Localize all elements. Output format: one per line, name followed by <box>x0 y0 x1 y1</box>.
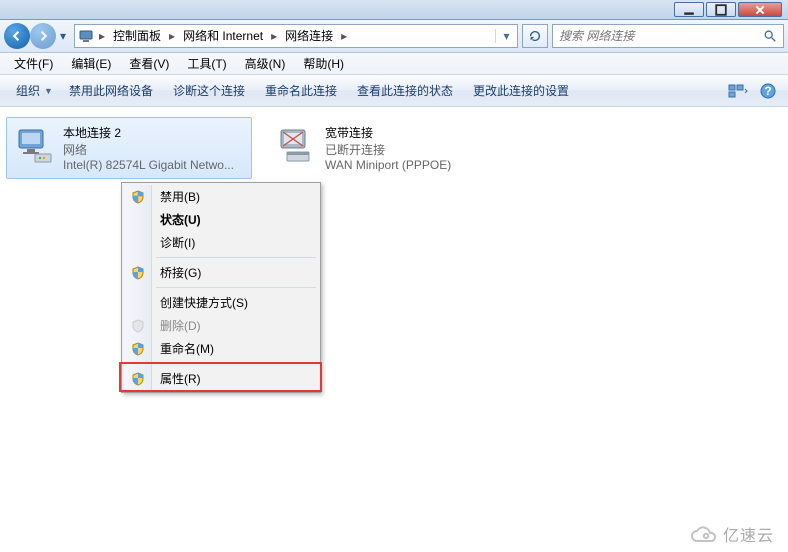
shield-icon <box>129 188 147 206</box>
computer-icon <box>75 28 97 44</box>
context-menu: 禁用(B) 状态(U) 诊断(I) 桥接(G) 创建快捷方式(S) 删除(D) … <box>121 182 321 393</box>
ctx-delete: 删除(D) <box>124 314 318 337</box>
menu-edit[interactable]: 编辑(E) <box>63 53 119 74</box>
content-area: 本地连接 2 网络 Intel(R) 82574L Gigabit Netwo.… <box>0 107 788 189</box>
search-input[interactable] <box>553 29 757 43</box>
maximize-button[interactable] <box>706 2 736 17</box>
command-bar: 组织 ▼ 禁用此网络设备 诊断这个连接 重命名此连接 查看此连接的状态 更改此连… <box>0 75 788 107</box>
svg-text:?: ? <box>764 84 771 98</box>
window-titlebar <box>0 0 788 20</box>
menu-help[interactable]: 帮助(H) <box>295 53 352 74</box>
ctx-disable[interactable]: 禁用(B) <box>124 185 318 208</box>
breadcrumb-item[interactable]: 控制面板 <box>107 25 167 47</box>
chevron-right-icon[interactable]: ▸ <box>269 29 279 43</box>
chevron-right-icon[interactable]: ▸ <box>167 29 177 43</box>
ctx-bridge[interactable]: 桥接(G) <box>124 261 318 284</box>
back-button[interactable] <box>4 23 30 49</box>
ctx-shortcut[interactable]: 创建快捷方式(S) <box>124 291 318 314</box>
address-dropdown-button[interactable]: ▾ <box>495 29 517 43</box>
view-options-button[interactable] <box>724 79 752 103</box>
shield-icon <box>129 264 147 282</box>
close-button[interactable] <box>738 2 782 17</box>
ctx-label: 创建快捷方式(S) <box>124 294 248 311</box>
connection-device: WAN Miniport (PPPOE) <box>325 158 507 172</box>
menu-bar: 文件(F) 编辑(E) 查看(V) 工具(T) 高级(N) 帮助(H) <box>0 53 788 75</box>
cmd-status[interactable]: 查看此连接的状态 <box>347 78 463 103</box>
breadcrumb-item[interactable]: 网络连接 <box>279 25 339 47</box>
help-button[interactable]: ? <box>754 79 782 103</box>
context-separator <box>156 257 316 258</box>
menu-tools[interactable]: 工具(T) <box>179 53 234 74</box>
ctx-diagnose[interactable]: 诊断(I) <box>124 231 318 254</box>
chevron-right-icon[interactable]: ▸ <box>339 29 349 43</box>
context-separator <box>156 287 316 288</box>
search-box[interactable] <box>552 24 784 48</box>
ctx-label: 状态(U) <box>124 211 201 228</box>
connection-broadband[interactable]: 宽带连接 已断开连接 WAN Miniport (PPPOE) <box>268 117 514 179</box>
connection-name: 本地连接 2 <box>63 124 245 141</box>
shield-icon <box>129 370 147 388</box>
connection-status: 网络 <box>63 141 245 158</box>
chevron-right-icon[interactable]: ▸ <box>97 29 107 43</box>
watermark-text: 亿速云 <box>723 522 774 546</box>
search-icon[interactable] <box>757 29 783 43</box>
cmd-rename[interactable]: 重命名此连接 <box>255 78 347 103</box>
nav-history-dropdown[interactable]: ▾ <box>56 25 70 47</box>
modem-icon <box>275 124 317 166</box>
organize-button[interactable]: 组织 ▼ <box>6 78 59 103</box>
cmd-settings[interactable]: 更改此连接的设置 <box>463 78 579 103</box>
ethernet-icon <box>13 124 55 166</box>
ctx-label: 诊断(I) <box>124 234 195 251</box>
context-separator <box>156 363 316 364</box>
menu-file[interactable]: 文件(F) <box>6 53 61 74</box>
cloud-icon <box>689 523 717 545</box>
ctx-status[interactable]: 状态(U) <box>124 208 318 231</box>
chevron-down-icon: ▼ <box>44 86 53 96</box>
shield-icon <box>129 340 147 358</box>
cmd-disable[interactable]: 禁用此网络设备 <box>59 78 163 103</box>
forward-button[interactable] <box>30 23 56 49</box>
breadcrumb-item[interactable]: 网络和 Internet <box>177 25 269 47</box>
refresh-button[interactable] <box>522 24 548 48</box>
watermark: 亿速云 <box>689 522 774 546</box>
connection-local[interactable]: 本地连接 2 网络 Intel(R) 82574L Gigabit Netwo.… <box>6 117 252 179</box>
connection-status: 已断开连接 <box>325 141 507 158</box>
connection-name: 宽带连接 <box>325 124 507 141</box>
shield-icon <box>129 317 147 335</box>
cmd-diagnose[interactable]: 诊断这个连接 <box>163 78 255 103</box>
ctx-properties[interactable]: 属性(R) <box>124 367 318 390</box>
menu-advanced[interactable]: 高级(N) <box>237 53 294 74</box>
minimize-button[interactable] <box>674 2 704 17</box>
connection-device: Intel(R) 82574L Gigabit Netwo... <box>63 158 245 172</box>
address-bar[interactable]: ▸ 控制面板 ▸ 网络和 Internet ▸ 网络连接 ▸ ▾ <box>74 24 518 48</box>
menu-view[interactable]: 查看(V) <box>121 53 177 74</box>
navigation-bar: ▾ ▸ 控制面板 ▸ 网络和 Internet ▸ 网络连接 ▸ ▾ <box>0 20 788 53</box>
organize-label: 组织 <box>16 82 40 99</box>
ctx-rename[interactable]: 重命名(M) <box>124 337 318 360</box>
